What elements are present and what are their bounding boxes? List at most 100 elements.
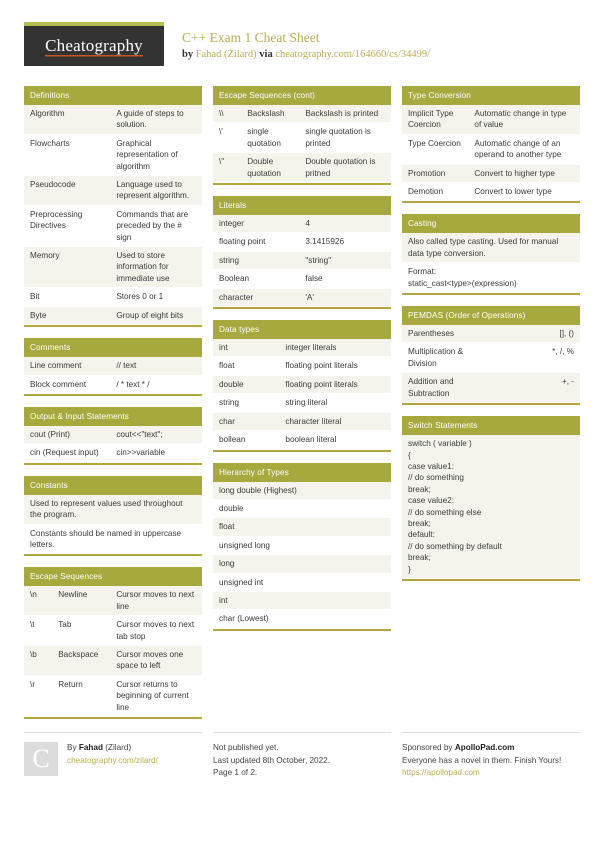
section-pemdas: PEMDAS (Order of Operations) Parentheses…: [402, 306, 580, 406]
section-data-types: Data types int integer literals float fl…: [213, 320, 391, 452]
row-name: Return: [58, 679, 83, 689]
section-title: Switch Statements: [402, 416, 580, 436]
row-description: single quotation is printed: [305, 127, 371, 148]
table-row: cin (Request input) cin>>variable: [24, 444, 202, 463]
row-key: Demotion: [408, 187, 444, 197]
footer-sponsor-column: Sponsored by ApolloPad.com Everyone has …: [402, 732, 580, 780]
title-block: C++ Exam 1 Cheat Sheet by Fahad (Zilard)…: [182, 22, 430, 61]
table-row: Pseudocode Language used to represent al…: [24, 176, 202, 206]
row-value: floating point literals: [285, 379, 358, 389]
sheet-url[interactable]: cheatography.com/164660/cs/34499/: [275, 49, 430, 60]
table-row: Multiplication & Division *, /, %: [402, 343, 580, 374]
list-item: long double (Highest): [213, 481, 391, 500]
row-value: character literal: [285, 416, 342, 426]
row-value: 4: [305, 219, 310, 229]
row-description: Cursor moves one space to left: [116, 649, 184, 671]
table-row: \t Tab Cursor moves to next tab stop: [24, 616, 202, 646]
row-key: Preprocessing Directives: [30, 209, 83, 231]
row-key: Multiplication & Division: [408, 347, 464, 368]
row-value: Used to store information for immediate …: [116, 251, 170, 283]
row-key: float: [219, 361, 235, 371]
row-escape-code: \t: [30, 620, 35, 630]
cheat-sheet-page: Cheatography C++ Exam 1 Cheat Sheet by F…: [0, 0, 600, 849]
row-value: *, /, %: [552, 347, 574, 357]
table-row: Format: static_cast<type>(expression): [402, 263, 580, 294]
row-value: cin>>variable: [116, 448, 166, 458]
table-row: Also called type casting. Used for manua…: [402, 233, 580, 264]
row-description: Cursor moves to next tab stop: [116, 620, 195, 641]
sponsor-url[interactable]: https://apollopad.com: [402, 767, 580, 780]
author-name[interactable]: Fahad (Zilard): [196, 49, 257, 60]
table-row: Promotion Convert to higher type: [402, 164, 580, 184]
author-box: C By Fahad (Zilard) cheatography.com/zil…: [24, 742, 202, 776]
table-row: Implicit Type Coercion Automatic change …: [402, 105, 580, 135]
table-row: Block comment / * text * /: [24, 375, 202, 394]
section-title: Output & Input Statements: [24, 406, 202, 426]
section-comments: Comments Line comment // text Block comm…: [24, 338, 202, 396]
row-key: Memory: [30, 251, 60, 261]
row-value: +, -: [561, 377, 574, 387]
row-key: char: [219, 416, 235, 426]
column-2: Escape Sequences (cont) \\ Backslash Bac…: [213, 86, 391, 642]
table-row: int integer literals: [213, 339, 391, 358]
row-escape-code: \': [219, 127, 223, 137]
section-title: Casting: [402, 214, 580, 234]
section-switch-statements: Switch Statements switch ( variable ) { …: [402, 416, 580, 581]
code-block: switch ( variable ) { case value1: // do…: [402, 435, 580, 579]
table-row: Demotion Convert to lower type: [402, 183, 580, 202]
logo-box: Cheatography: [24, 26, 164, 66]
table-row: Preprocessing Directives Commands that a…: [24, 205, 202, 248]
section-hierarchy-of-types: Hierarchy of Types long double (Highest)…: [213, 462, 391, 631]
row-value: Convert to higher type: [474, 168, 555, 178]
row-key: bollean: [219, 435, 246, 445]
table-row: Byte Group of eight bits: [24, 306, 202, 326]
row-key: Algorithm: [30, 109, 65, 118]
via-label: via: [259, 49, 273, 60]
row-value: A guide of steps to solution.: [116, 109, 184, 130]
footer-author-link[interactable]: cheatography.com/zilard/: [67, 755, 158, 768]
table-row: Addition and Subtraction +, -: [402, 373, 580, 404]
row-value: false: [305, 274, 323, 284]
table-row: Parentheses [], (): [402, 325, 580, 344]
table-row: Used to represent values used throughout…: [24, 494, 202, 525]
footer-author-suffix: (Zilard): [102, 743, 132, 752]
section-escape-sequences-cont: Escape Sequences (cont) \\ Backslash Bac…: [213, 86, 391, 186]
table-row: Bit Stores 0 or 1: [24, 288, 202, 307]
table-row: Flowcharts Graphical representation of a…: [24, 134, 202, 177]
section-title: Escape Sequences (cont): [213, 86, 391, 105]
row-key: Implicit Type Coercion: [408, 109, 454, 130]
row-key: Parentheses: [408, 329, 454, 339]
row-name: Backslash: [247, 109, 285, 118]
sponsor-name[interactable]: ApolloPad.com: [455, 743, 515, 752]
row-value: "string": [305, 255, 332, 265]
cheatography-logo[interactable]: Cheatography: [24, 22, 164, 66]
row-key: cout (Print): [30, 429, 71, 439]
row-key: string: [219, 255, 240, 265]
section-literals: Literals integer 4 floating point 3.1415…: [213, 196, 391, 310]
byline: by Fahad (Zilard) via cheatography.com/1…: [182, 48, 430, 61]
row-key: Line comment: [30, 361, 82, 371]
row-value: Group of eight bits: [116, 310, 184, 320]
section-casting: Casting Also called type casting. Used f…: [402, 214, 580, 296]
section-title: Comments: [24, 338, 202, 358]
page-footer: C By Fahad (Zilard) cheatography.com/zil…: [24, 732, 580, 780]
row-name: Backspace: [58, 649, 99, 659]
section-type-conversion: Type Conversion Implicit Type Coercion A…: [402, 86, 580, 204]
table-row: Type Coercion Automatic change of an ope…: [402, 134, 580, 165]
table-row: string "string": [213, 251, 391, 271]
list-item: long: [213, 555, 391, 574]
list-item: char (Lowest): [213, 610, 391, 629]
table-row: \" Double quotation Double quotation is …: [213, 153, 391, 184]
section-title: Data types: [213, 320, 391, 340]
row-key: Addition and Subtraction: [408, 377, 454, 398]
row-description: Cursor returns to beginning of current l…: [116, 679, 189, 712]
table-row: double floating point literals: [213, 375, 391, 395]
section-constants: Constants Used to represent values used …: [24, 475, 202, 557]
row-description: Double quotation is pritned: [305, 157, 376, 178]
column-3: Type Conversion Implicit Type Coercion A…: [402, 86, 580, 592]
row-key: character: [219, 292, 254, 302]
table-row: Boolean false: [213, 270, 391, 289]
section-title: Type Conversion: [402, 86, 580, 105]
table-row: \b Backspace Cursor moves one space to l…: [24, 645, 202, 676]
table-row: char character literal: [213, 412, 391, 432]
